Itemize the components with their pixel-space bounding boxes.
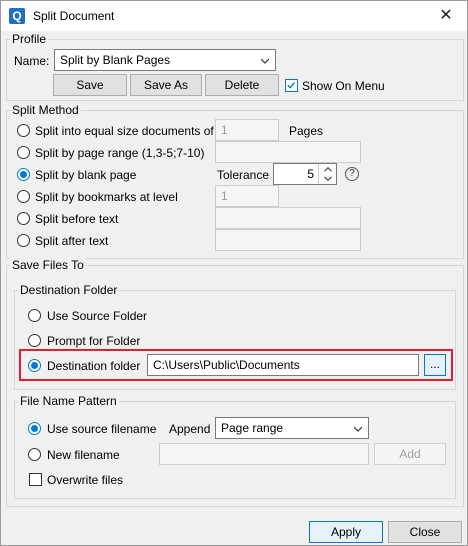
- radio-equal-size[interactable]: [17, 124, 30, 137]
- radio-bookmarks[interactable]: [17, 190, 30, 203]
- radio-before-text[interactable]: [17, 212, 30, 225]
- after-text-label: Split after text: [35, 234, 109, 248]
- tolerance-spinner[interactable]: 5: [273, 163, 337, 185]
- profile-name-select[interactable]: Split by Blank Pages: [54, 49, 276, 71]
- spinner-arrows[interactable]: [318, 164, 336, 184]
- browse-folder-button[interactable]: ...: [424, 354, 446, 376]
- pages-suffix-label: Pages: [289, 124, 324, 138]
- chevron-down-icon: [324, 176, 332, 181]
- use-source-filename-label: Use source filename: [47, 422, 157, 436]
- chevron-down-icon: [261, 58, 269, 64]
- tolerance-label: Tolerance: [217, 168, 270, 182]
- profile-legend: Profile: [10, 32, 49, 46]
- equal-size-pages-field[interactable]: 1: [215, 119, 279, 141]
- profile-name-value: Split by Blank Pages: [60, 53, 171, 67]
- new-filename-field[interactable]: [159, 443, 369, 465]
- tolerance-value: 5: [307, 167, 314, 181]
- close-button[interactable]: Close: [388, 521, 462, 543]
- window-title: Split Document: [33, 9, 115, 23]
- radio-prompt-for-folder[interactable]: [28, 334, 41, 347]
- apply-button[interactable]: Apply: [309, 521, 383, 543]
- page-range-label: Split by page range (1,3-5;7-10): [35, 146, 205, 160]
- delete-profile-button[interactable]: Delete: [205, 74, 279, 96]
- radio-use-source-filename[interactable]: [28, 422, 41, 435]
- append-select[interactable]: Page range: [215, 417, 369, 439]
- bookmarks-label: Split by bookmarks at level: [35, 190, 178, 204]
- prompt-for-folder-label: Prompt for Folder: [47, 334, 141, 348]
- add-button[interactable]: Add: [374, 443, 446, 465]
- equal-size-label: Split into equal size documents of: [35, 124, 214, 138]
- append-label: Append: [169, 422, 211, 436]
- blank-page-label: Split by blank page: [35, 168, 137, 182]
- app-logo-icon: Q: [9, 8, 25, 24]
- before-text-label: Split before text: [35, 212, 119, 226]
- profile-name-label: Name:: [14, 54, 50, 68]
- split-document-dialog: Q Split Document ✕ Profile Name: Split b…: [0, 0, 468, 546]
- new-filename-label: New filename: [47, 448, 120, 462]
- before-text-field[interactable]: [215, 207, 361, 229]
- chevron-down-icon: [354, 426, 362, 432]
- title-bar: Q Split Document ✕: [1, 1, 467, 31]
- save-as-profile-button[interactable]: Save As: [130, 74, 202, 96]
- bookmark-level-field[interactable]: 1: [215, 185, 279, 207]
- destination-folder-label: Destination folder: [47, 359, 141, 373]
- radio-page-range[interactable]: [17, 146, 30, 159]
- page-range-field[interactable]: [215, 141, 361, 163]
- help-icon[interactable]: ?: [345, 167, 359, 181]
- overwrite-files-label: Overwrite files: [47, 473, 124, 487]
- destination-folder-legend: Destination Folder: [18, 283, 120, 297]
- checkmark-icon: [287, 82, 295, 89]
- split-method-legend: Split Method: [10, 103, 81, 117]
- destination-path-field[interactable]: C:\Users\Public\Documents: [147, 354, 419, 376]
- radio-use-source-folder[interactable]: [28, 309, 41, 322]
- after-text-field[interactable]: [215, 229, 361, 251]
- save-profile-button[interactable]: Save: [53, 74, 127, 96]
- show-on-menu-checkbox[interactable]: [285, 79, 298, 92]
- overwrite-files-checkbox[interactable]: [29, 473, 42, 486]
- chevron-up-icon: [324, 167, 332, 172]
- radio-after-text[interactable]: [17, 234, 30, 247]
- file-name-pattern-legend: File Name Pattern: [18, 394, 119, 408]
- radio-new-filename[interactable]: [28, 448, 41, 461]
- radio-destination-folder[interactable]: [28, 359, 41, 372]
- use-source-folder-label: Use Source Folder: [47, 309, 148, 323]
- save-files-to-legend: Save Files To: [10, 258, 86, 272]
- close-window-icon[interactable]: ✕: [431, 5, 461, 27]
- show-on-menu-label: Show On Menu: [302, 79, 385, 93]
- radio-blank-page[interactable]: [17, 168, 30, 181]
- append-value: Page range: [221, 421, 284, 435]
